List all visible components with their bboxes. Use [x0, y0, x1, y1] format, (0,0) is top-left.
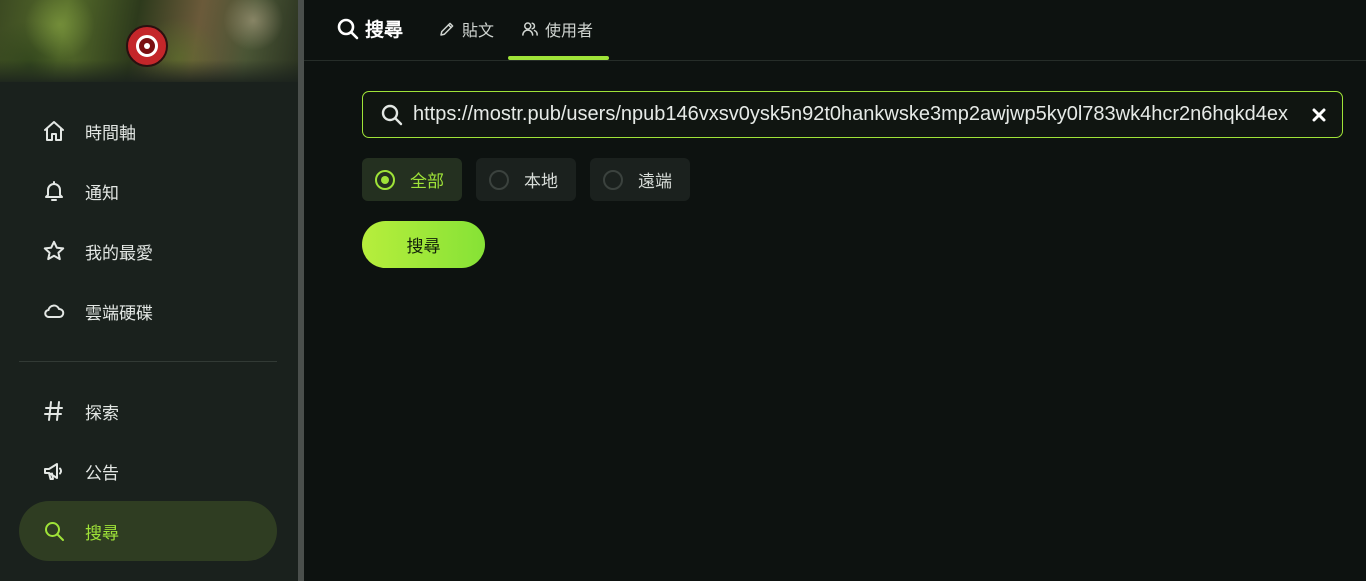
- search-icon: [41, 518, 67, 544]
- sidebar-item-label: 公告: [85, 463, 119, 484]
- pencil-icon: [440, 22, 454, 36]
- tab-users[interactable]: 使用者: [521, 15, 593, 43]
- tab-label: 使用者: [545, 21, 594, 40]
- scope-option-label: 全部: [410, 172, 444, 192]
- sidebar-item-timeline[interactable]: 時間軸: [19, 101, 277, 161]
- hashtag-icon: [41, 398, 67, 424]
- active-tab-indicator: [508, 56, 609, 60]
- radio-button[interactable]: [489, 169, 509, 190]
- sidebar-banner-image: [0, 0, 298, 82]
- sidebar-item-label: 雲端硬碟: [85, 303, 153, 324]
- sidebar-item-notifications[interactable]: 通知: [19, 161, 277, 221]
- scope-option-label: 本地: [524, 172, 558, 192]
- megaphone-icon: [41, 458, 67, 484]
- sidebar-item-label: 時間軸: [85, 123, 136, 144]
- sidebar: 時間軸 通知 我的最愛 雲端硬碟 探索 公告 搜尋: [0, 0, 298, 581]
- search-icon: [337, 18, 359, 39]
- sidebar-item-favorites[interactable]: 我的最愛: [19, 221, 277, 281]
- avatar[interactable]: [126, 25, 168, 67]
- scope-option-local[interactable]: 本地: [476, 158, 576, 201]
- search-icon: [379, 102, 405, 128]
- sidebar-item-announcements[interactable]: 公告: [19, 441, 277, 501]
- cloud-icon: [41, 298, 67, 324]
- sidebar-item-drive[interactable]: 雲端硬碟: [19, 281, 277, 341]
- scope-option-label: 遠端: [638, 172, 672, 192]
- tab-notes[interactable]: 貼文: [438, 15, 494, 43]
- home-icon: [41, 118, 67, 144]
- search-field[interactable]: [362, 91, 1343, 138]
- sidebar-item-explore[interactable]: 探索: [19, 381, 277, 441]
- sidebar-item-label: 通知: [85, 183, 119, 204]
- sidebar-item-search[interactable]: 搜尋: [19, 501, 277, 561]
- radio-button[interactable]: [603, 169, 623, 190]
- star-icon: [41, 238, 67, 264]
- page-title: 搜尋: [336, 15, 403, 42]
- users-icon: [522, 22, 538, 36]
- scope-option-all[interactable]: 全部: [362, 158, 462, 201]
- sidebar-scrollbar[interactable]: [298, 0, 304, 581]
- search-button[interactable]: 搜尋: [362, 221, 485, 268]
- sidebar-item-label: 我的最愛: [85, 243, 153, 264]
- radio-button[interactable]: [375, 169, 395, 190]
- sidebar-item-label: 搜尋: [85, 523, 119, 544]
- sidebar-divider: [19, 361, 277, 362]
- bell-icon: [41, 178, 67, 204]
- sidebar-item-label: 探索: [85, 403, 119, 424]
- tab-label: 貼文: [462, 21, 495, 40]
- scope-option-remote[interactable]: 遠端: [590, 158, 690, 201]
- search-input[interactable]: [413, 94, 1309, 135]
- clear-icon[interactable]: [1308, 104, 1330, 126]
- page-header: 搜尋 貼文 使用者: [304, 0, 1366, 61]
